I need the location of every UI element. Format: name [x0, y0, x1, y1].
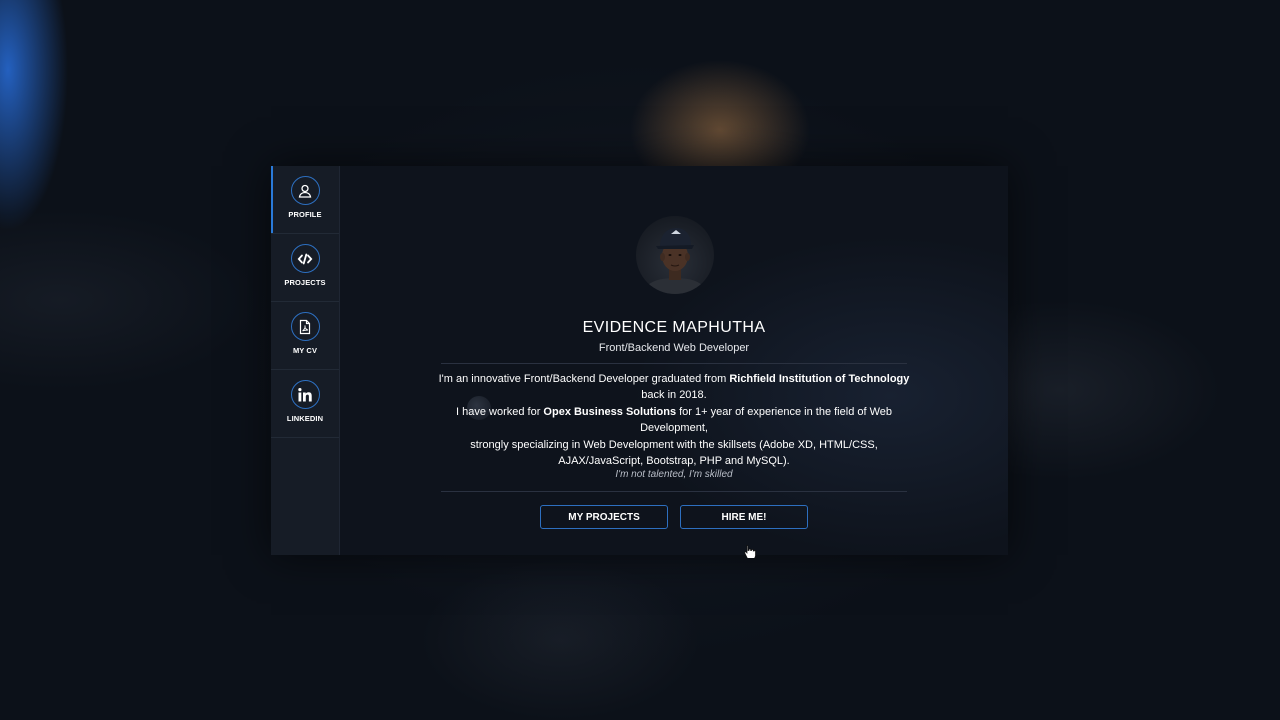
- sidebar-item-label: PROFILE: [288, 210, 322, 219]
- sidebar-item-profile[interactable]: PROFILE: [271, 166, 339, 234]
- sidebar-item-linkedin[interactable]: LINKEDIN: [271, 370, 339, 438]
- bio-line: back in 2018.: [641, 389, 707, 402]
- hand-cursor-icon: [744, 545, 756, 558]
- avatar: [636, 216, 714, 294]
- sidebar-item-label: LINKEDIN: [286, 414, 324, 423]
- divider: [441, 491, 907, 492]
- sidebar-item-my-cv[interactable]: MY CV: [271, 302, 339, 370]
- user-icon: [290, 176, 320, 205]
- pdf-icon: [290, 312, 320, 341]
- bio-line: I have worked for Opex Business Solution…: [455, 405, 893, 418]
- bio-line: strongly specializing in Web Development…: [470, 438, 878, 451]
- sidebar-item-label: MY CV: [292, 346, 318, 355]
- sidebar: PROFILE PROJECTS MY CV LINKEDIN: [271, 166, 340, 555]
- profile-name: EVIDENCE MAPHUTHA: [582, 319, 766, 336]
- linkedin-icon: [290, 380, 320, 409]
- sidebar-item-label: PROJECTS: [284, 278, 326, 287]
- hire-me-button[interactable]: HIRE ME!: [680, 505, 808, 529]
- profile-quote: I'm not talented, I'm skilled: [615, 469, 733, 480]
- profile-bio: I'm an innovative Front/Backend Develope…: [438, 371, 910, 469]
- sidebar-item-projects[interactable]: PROJECTS: [271, 234, 339, 302]
- profile-card: PROFILE PROJECTS MY CV LINKEDIN EVIDENCE…: [271, 166, 1008, 555]
- bio-line: Development,: [640, 422, 708, 435]
- my-projects-button[interactable]: MY PROJECTS: [540, 505, 668, 529]
- code-icon: [290, 244, 320, 273]
- bio-line: I'm an innovative Front/Backend Develope…: [438, 373, 910, 385]
- profile-role: Front/Backend Web Developer: [598, 342, 750, 354]
- divider: [441, 363, 907, 364]
- profile-content: EVIDENCE MAPHUTHA Front/Backend Web Deve…: [340, 166, 1008, 555]
- bio-line: AJAX/JavaScript, Bootstrap, PHP and MySQ…: [558, 455, 790, 468]
